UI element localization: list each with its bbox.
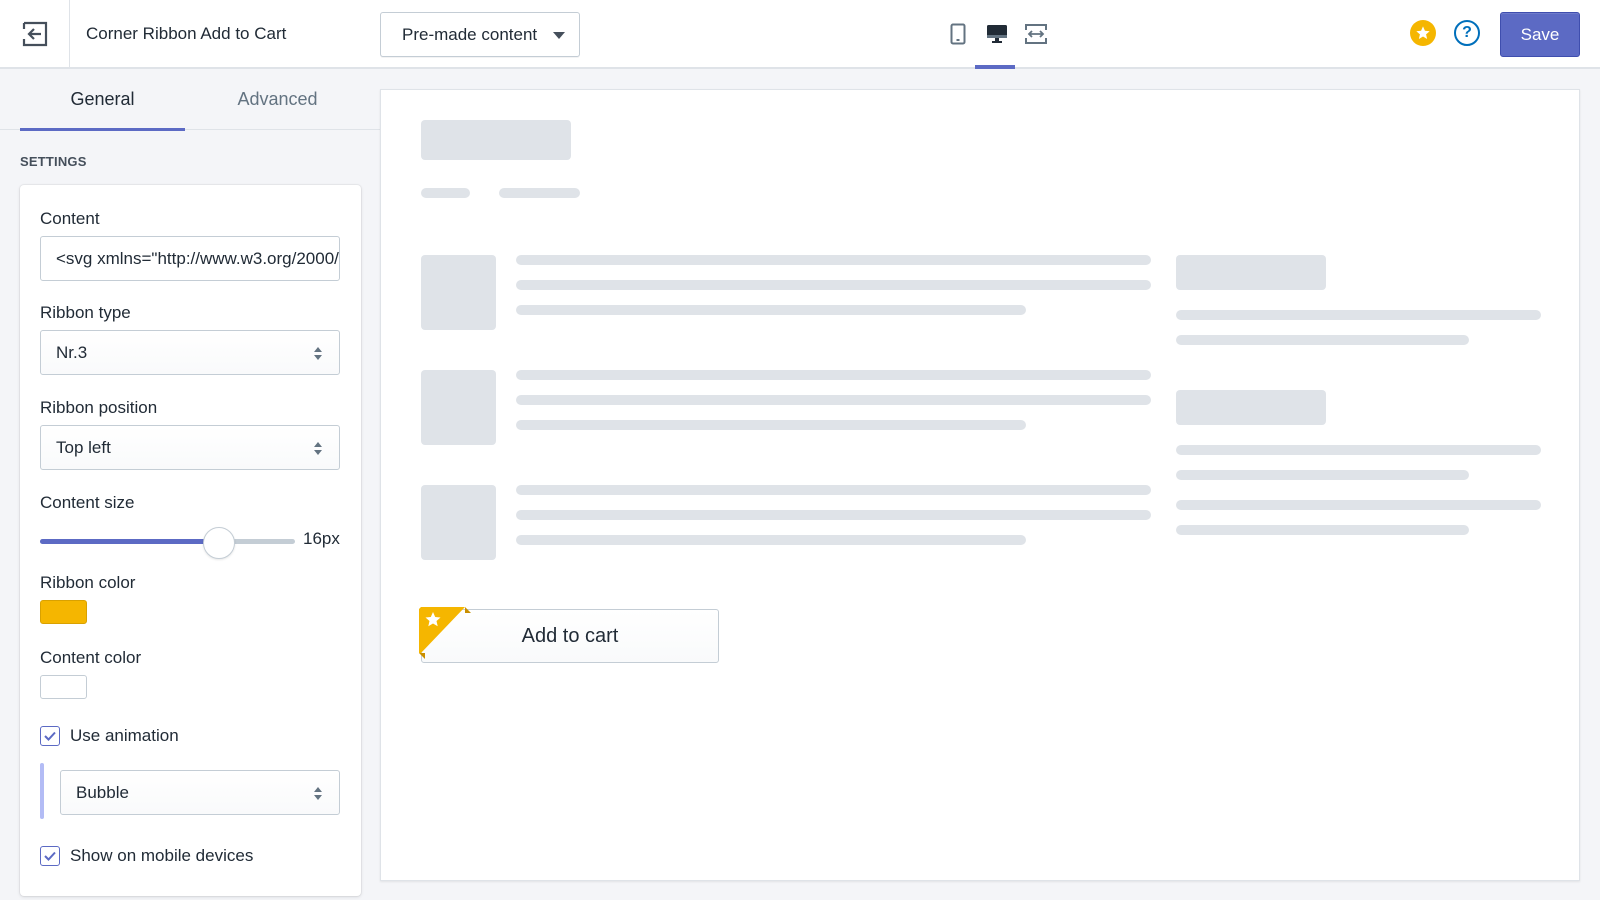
skeleton-thumbnail	[421, 255, 496, 330]
skeleton-line	[516, 510, 1151, 520]
premade-content-dropdown[interactable]: Pre-made content	[380, 12, 580, 57]
content-size-label: Content size	[40, 493, 135, 512]
premade-content-label: Pre-made content	[402, 24, 538, 44]
mobile-icon	[950, 23, 966, 45]
select-arrows-icon	[313, 345, 323, 361]
skeleton-line	[1176, 335, 1469, 345]
exit-button[interactable]	[0, 0, 70, 67]
show-mobile-checkbox[interactable]	[40, 846, 60, 866]
skeleton-title	[421, 120, 571, 160]
slider-fill	[40, 539, 219, 544]
preview-frame: Add to cart	[380, 89, 1580, 881]
skeleton-breadcrumb	[421, 188, 470, 198]
help-icon: ?	[1462, 24, 1472, 41]
skeleton-line	[516, 395, 1151, 405]
tab-advanced[interactable]: Advanced	[195, 69, 360, 130]
desktop-view-toggle[interactable]	[983, 20, 1011, 48]
skeleton-line	[516, 305, 1026, 315]
animation-type-select[interactable]: Bubble	[60, 770, 340, 815]
content-color-swatch[interactable]	[40, 675, 87, 699]
fullwidth-view-toggle[interactable]	[1022, 20, 1050, 48]
ribbon-type-value: Nr.3	[56, 342, 88, 362]
help-button[interactable]: ?	[1454, 20, 1480, 46]
skeleton-line	[516, 535, 1026, 545]
skeleton-thumbnail	[421, 370, 496, 445]
content-input[interactable]: <svg xmlns="http://www.w3.org/2000/svg"	[40, 236, 340, 281]
skeleton-heading	[1176, 390, 1326, 425]
use-animation-checkbox[interactable]	[40, 726, 60, 746]
skeleton-line	[516, 420, 1026, 430]
ribbon-position-label: Ribbon position	[40, 398, 158, 417]
tab-general[interactable]: General	[20, 69, 185, 131]
slider-thumb[interactable]	[202, 527, 235, 559]
settings-card: Content <svg xmlns="http://www.w3.org/20…	[20, 185, 361, 896]
skeleton-line	[516, 370, 1151, 380]
content-input-value: <svg xmlns="http://www.w3.org/2000/svg"	[56, 248, 340, 268]
active-device-indicator	[975, 65, 1015, 69]
show-mobile-label[interactable]: Show on mobile devices	[70, 846, 253, 866]
skeleton-line	[1176, 470, 1469, 480]
add-to-cart-preview: Add to cart	[419, 607, 719, 663]
skeleton-thumbnail	[421, 485, 496, 560]
content-label: Content	[40, 209, 100, 228]
ribbon-position-select[interactable]: Top left	[40, 425, 340, 470]
skeleton-line	[516, 485, 1151, 495]
skeleton-line	[1176, 525, 1469, 535]
top-bar: Corner Ribbon Add to Cart Pre-made conte…	[0, 0, 1600, 69]
checkmark-icon	[44, 851, 56, 861]
exit-arrow-icon	[22, 21, 47, 46]
indent-bar	[40, 763, 44, 819]
caret-down-icon	[553, 32, 565, 39]
desktop-icon	[987, 25, 1007, 43]
settings-tabs: General Advanced	[0, 69, 380, 131]
add-to-cart-button[interactable]: Add to cart	[421, 609, 719, 663]
content-size-value: 16px	[303, 529, 340, 548]
skeleton-breadcrumb	[499, 188, 580, 198]
ribbon-type-label: Ribbon type	[40, 303, 131, 322]
review-button[interactable]	[1410, 20, 1436, 46]
skeleton-line	[516, 255, 1151, 265]
content-size-slider[interactable]	[40, 527, 295, 559]
save-button[interactable]: Save	[1500, 12, 1580, 57]
ribbon-position-value: Top left	[56, 437, 111, 457]
ribbon-color-label: Ribbon color	[40, 573, 136, 592]
content-color-label: Content color	[40, 648, 142, 667]
select-arrows-icon	[313, 785, 323, 801]
skeleton-line	[1176, 445, 1541, 455]
star-icon	[1416, 26, 1430, 39]
mobile-view-toggle[interactable]	[944, 20, 972, 48]
use-animation-label[interactable]: Use animation	[70, 726, 179, 746]
skeleton-line	[1176, 500, 1541, 510]
animation-type-value: Bubble	[76, 782, 129, 802]
skeleton-line	[1176, 310, 1541, 320]
ribbon-type-select[interactable]: Nr.3	[40, 330, 340, 375]
app-title: Corner Ribbon Add to Cart	[86, 24, 287, 43]
skeleton-heading	[1176, 255, 1326, 290]
settings-section-title: SETTINGS	[20, 154, 87, 169]
skeleton-line	[516, 280, 1151, 290]
ribbon-color-swatch[interactable]	[40, 600, 87, 624]
fullwidth-icon	[1025, 24, 1047, 44]
checkmark-icon	[44, 731, 56, 741]
select-arrows-icon	[313, 440, 323, 456]
